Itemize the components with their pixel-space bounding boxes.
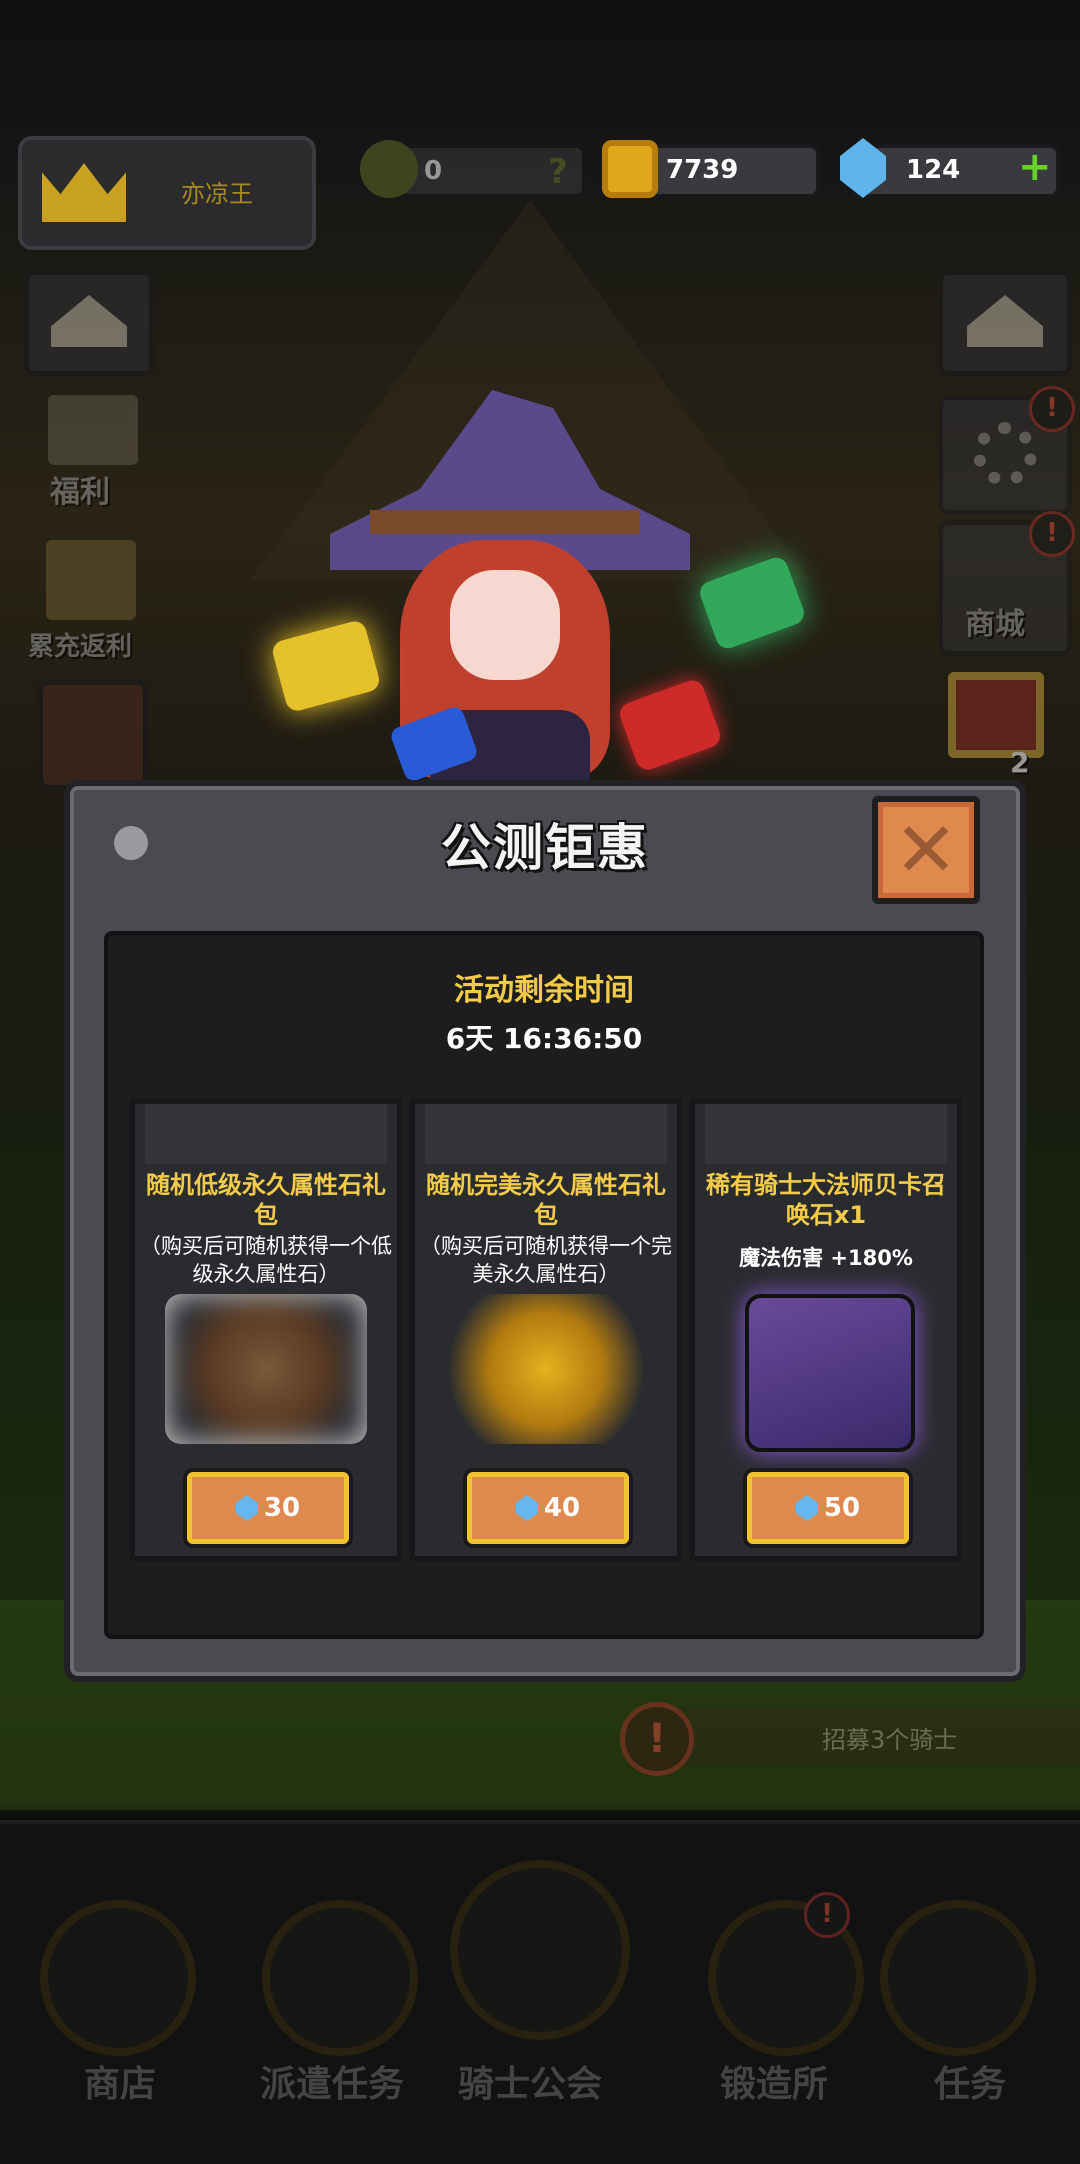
offer-description: （购买后可随机获得一个低级永久属性石） [140,1234,392,1286]
nav-tasks-label: 任务 [933,2064,1006,2105]
arrow-up-icon [51,295,127,347]
price-label: 40 [543,1493,581,1523]
add-gems-button[interactable]: + [1018,144,1052,190]
ticket-counter[interactable]: 0 ? [360,140,586,198]
player-panel[interactable]: 亦凉王 [18,136,316,250]
offer-bonus: 魔法伤害 +180% [739,1246,913,1270]
gem-icon [795,1495,818,1521]
offer-card: 随机低级永久属性石礼包 （购买后可随机获得一个低级永久属性石） 30 [130,1099,402,1561]
offer-title: 随机完美永久属性石礼包 [426,1171,666,1229]
buy-button[interactable]: 30 [187,1472,349,1544]
card-header-decoration [705,1104,947,1164]
price-label: 50 [823,1493,861,1523]
alert-badge-icon: ! [804,1892,850,1938]
offer-card: 稀有骑士大法师贝卡召唤石x1 魔法伤害 +180% 50 [690,1099,962,1561]
recharge-rebate-button[interactable]: 累充返利 [28,540,158,665]
gold-counter: 7739 [602,140,820,198]
mall-button[interactable]: 商城 ! [938,511,1075,656]
help-icon[interactable]: ? [548,152,568,192]
close-button[interactable]: ✕ [872,796,980,904]
gold-coin-icon [602,140,658,198]
nav-knight-guild[interactable]: 骑士公会 [440,1860,640,2105]
timer-value: 6天 16:36:50 [445,1022,643,1055]
card-header-decoration [145,1104,387,1164]
chest-icon [48,395,138,465]
collapse-right-button[interactable] [938,270,1072,376]
ticket-icon [360,140,418,198]
nav-forge-label: 锻造所 [719,2064,828,2105]
nav-dispatch[interactable]: 派遣任务 [222,1900,422,2130]
nav-forge[interactable]: ! 锻造所 [668,1892,868,2130]
treasure-chest-icon [46,540,136,620]
gem-icon [235,1495,258,1521]
gem-counter: 124 + [840,138,1060,198]
settings-button[interactable]: ! [938,386,1075,515]
buy-button[interactable]: 50 [747,1472,909,1544]
offer-card: 随机完美永久属性石礼包 （购买后可随机获得一个完美永久属性石） 40 [410,1099,682,1561]
nav-knight-guild-label: 骑士公会 [457,2064,602,2105]
buy-button[interactable]: 40 [467,1472,629,1544]
gem-icon [515,1495,538,1521]
left-menu-item-3[interactable] [38,680,148,790]
dispatch-icon [262,1900,418,2056]
player-name: 亦凉王 [181,180,253,208]
silver-chest-icon [165,1294,367,1444]
offer-title: 随机低级永久属性石礼包 [146,1171,386,1229]
gear-icon [973,422,1037,486]
collapse-left-button[interactable] [24,270,154,376]
nav-dispatch-label: 派遣任务 [259,2064,404,2105]
nav-shop[interactable]: 商店 [20,1900,220,2130]
witch-portrait-icon [745,1294,915,1452]
witch-hat-band [370,510,640,534]
crown-icon [42,163,126,222]
promo-modal: 公测钜惠 ✕ 活动剩余时间 6天 16:36:50 随机低级永久属性石礼包 （购… [64,780,1026,1682]
welfare-button[interactable]: 福利 [38,395,148,515]
price-label: 30 [263,1493,301,1523]
offer-title: 稀有骑士大法师贝卡召唤石x1 [706,1171,946,1229]
nav-shop-label: 商店 [83,2064,156,2105]
alert-badge-icon: ! [1029,386,1075,432]
offer-description: （购买后可随机获得一个完美永久属性石） [420,1234,672,1286]
close-icon: ✕ [894,805,958,894]
modal-content-panel: 活动剩余时间 6天 16:36:50 随机低级永久属性石礼包 （购买后可随机获得… [104,931,984,1639]
ticket-count: 0 [424,156,443,186]
gold-amount: 7739 [666,155,739,185]
recharge-rebate-label: 累充返利 [28,632,133,662]
welfare-label: 福利 [50,475,110,510]
quest-banner[interactable]: ! 招募3个骑士 [620,1702,1080,1776]
witch-face [450,570,560,680]
quest-alert-icon: ! [620,1702,694,1776]
quest-text: 招募3个骑士 [822,1726,958,1754]
tasks-scroll-icon [880,1900,1036,2056]
gift-button[interactable]: 2 [948,662,1058,782]
timer-label: 活动剩余时间 [454,973,634,1008]
arrow-up-icon [967,295,1043,347]
knight-helmet-icon [450,1860,630,2040]
nav-tasks[interactable]: 任务 [860,1900,1060,2130]
gem-amount: 124 [906,155,961,185]
card-header-decoration [425,1104,667,1164]
gold-chest-icon [445,1294,647,1444]
gift-icon [948,672,1044,758]
gift-count-badge: 2 [1010,746,1030,779]
alert-badge-icon: ! [1029,511,1075,557]
mall-label: 商城 [965,607,1025,642]
shop-icon [40,1900,196,2056]
